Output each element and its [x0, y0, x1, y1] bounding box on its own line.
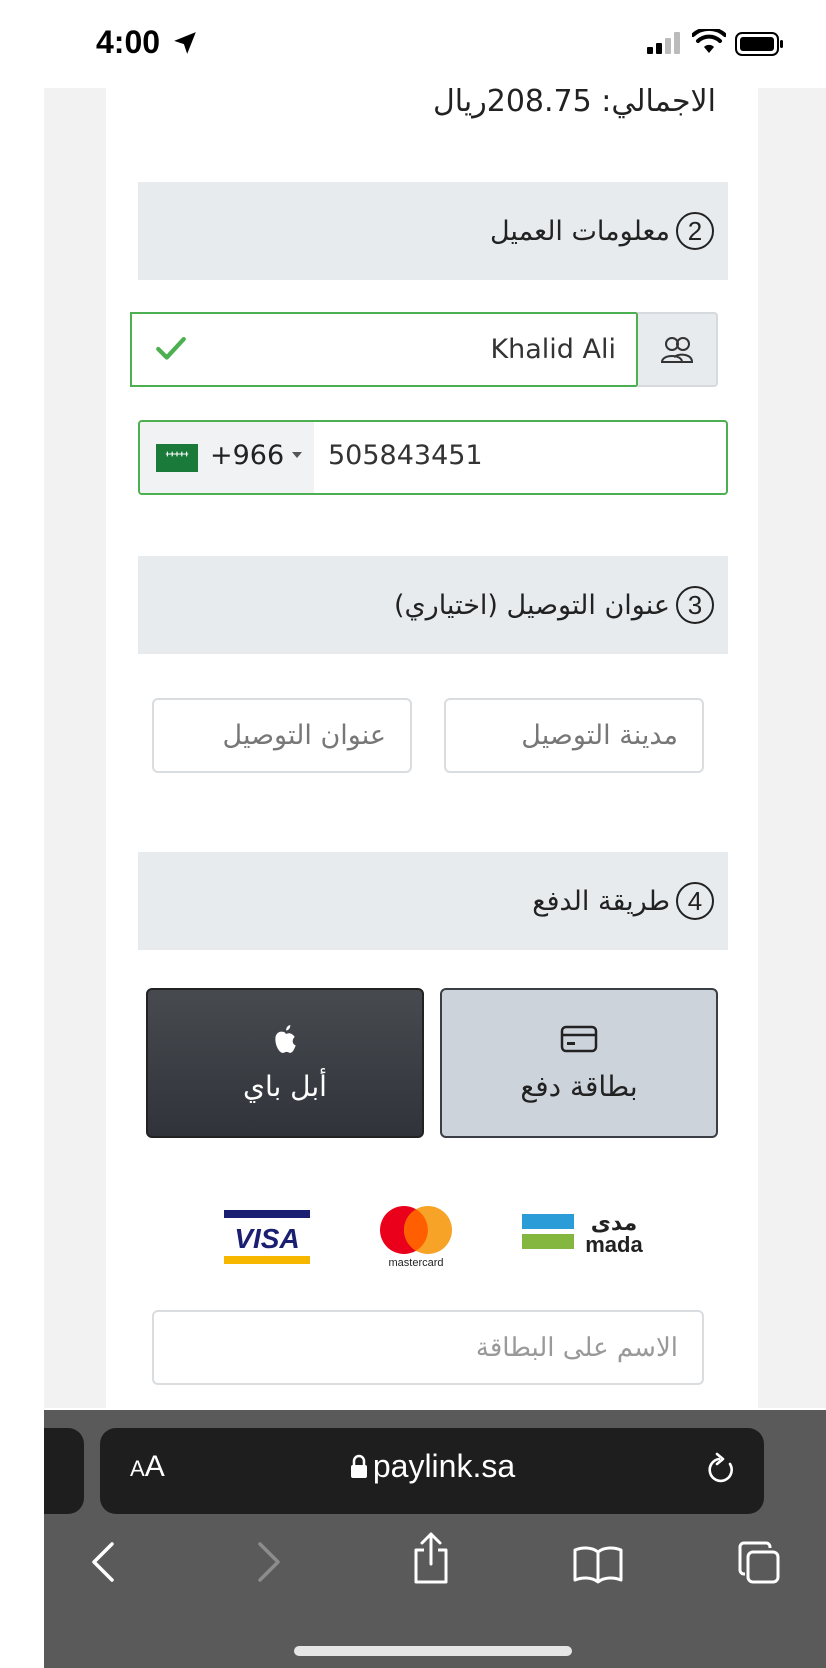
forward-icon[interactable]: [254, 1540, 284, 1584]
delivery-city-input[interactable]: مدينة التوصيل: [444, 698, 704, 773]
payment-card-label: بطاقة دفع: [520, 1069, 638, 1103]
apple-pay-label: أبل باي: [243, 1069, 327, 1103]
card-name-input[interactable]: الاسم على البطاقة: [152, 1310, 704, 1385]
name-value: Khalid Ali: [490, 334, 616, 365]
order-total: الاجمالي: 208.75ريال: [432, 84, 716, 119]
reload-icon[interactable]: [704, 1452, 738, 1488]
wifi-icon: [692, 29, 726, 53]
apple-icon: [275, 1024, 296, 1053]
address-bar[interactable]: AA paylink.sa: [100, 1428, 764, 1514]
section-header-delivery: 3 عنوان التوصيل (اختياري): [138, 556, 728, 654]
name-field[interactable]: Khalid Ali: [130, 312, 638, 387]
step-number: 2: [676, 212, 714, 250]
section-title: طريقة الدفع: [532, 885, 670, 917]
section-title: معلومات العميل: [489, 215, 670, 247]
apple-pay-button[interactable]: أبل باي: [146, 988, 424, 1138]
visa-logo: VISA: [224, 1210, 310, 1264]
dial-code: +966: [210, 440, 285, 471]
phone-value: 505843451: [328, 440, 483, 471]
screen: 4:00 الاجمالي: 208.75ريال 2 معلومات العم…: [0, 0, 826, 1668]
back-icon[interactable]: [88, 1540, 118, 1584]
credit-card-icon: [560, 1025, 598, 1052]
placeholder-text: الاسم على البطاقة: [475, 1332, 678, 1363]
name-field-addon: [636, 312, 718, 387]
status-time: 4:00: [96, 24, 161, 60]
placeholder-text: مدينة التوصيل: [521, 720, 678, 751]
mastercard-text: mastercard: [388, 1257, 443, 1269]
section-header-customer: 2 معلومات العميل: [138, 182, 728, 280]
url-display: paylink.sa: [100, 1448, 764, 1485]
share-icon[interactable]: [410, 1530, 452, 1586]
card-network-logos: VISA mastercard مدى mada: [0, 1200, 826, 1270]
payment-card-button[interactable]: بطاقة دفع: [440, 988, 718, 1138]
home-indicator: [294, 1646, 572, 1656]
lock-icon: [350, 1454, 367, 1478]
url-text: paylink.sa: [372, 1448, 516, 1484]
dropdown-caret-icon: [292, 452, 302, 458]
section-header-payment: 4 طريقة الدفع: [138, 852, 728, 950]
country-code-selector[interactable]: +966: [140, 422, 314, 493]
status-bar: 4:00: [0, 0, 826, 88]
saudi-flag-icon: [156, 444, 198, 472]
mastercard-logo: mastercard: [380, 1206, 452, 1269]
section-title: عنوان التوصيل (اختياري): [394, 589, 670, 621]
location-arrow-icon: [174, 32, 196, 54]
check-icon: [156, 336, 186, 360]
bookmarks-icon[interactable]: [572, 1544, 624, 1584]
previous-tab-stub[interactable]: [44, 1428, 84, 1514]
visa-text: VISA: [234, 1223, 299, 1254]
phone-field[interactable]: +966 505843451: [138, 420, 728, 495]
battery-icon: [735, 32, 783, 56]
delivery-address-input[interactable]: عنوان التوصيل: [152, 698, 412, 773]
placeholder-text: عنوان التوصيل: [222, 720, 386, 751]
mada-en-text: mada: [585, 1232, 643, 1257]
users-icon: [660, 336, 694, 363]
tabs-icon[interactable]: [736, 1540, 782, 1586]
cellular-signal-icon: [647, 32, 680, 54]
mada-logo: مدى mada: [522, 1211, 643, 1257]
step-number: 4: [676, 882, 714, 920]
step-number: 3: [676, 586, 714, 624]
